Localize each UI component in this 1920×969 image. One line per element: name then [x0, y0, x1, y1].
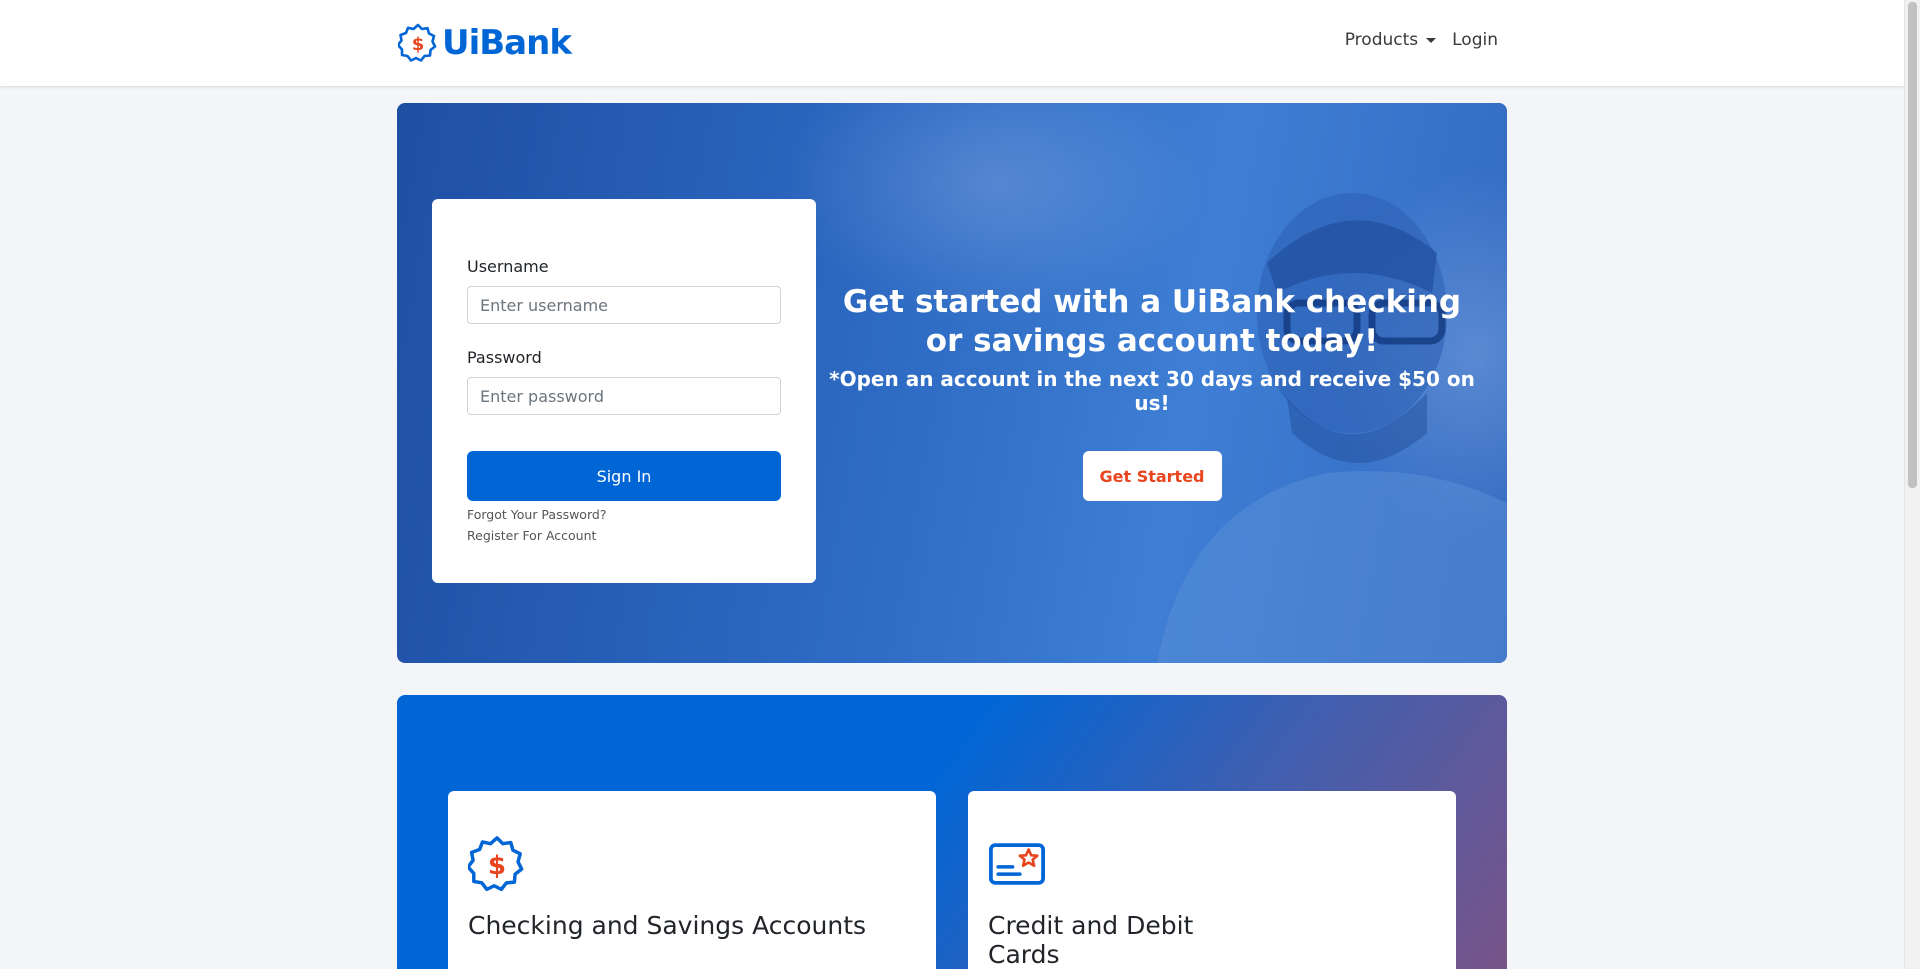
- caret-down-icon: [1426, 37, 1437, 43]
- password-label: Password: [467, 348, 542, 367]
- hero-banner: Username Password Sign In Forgot Your Pa…: [397, 103, 1507, 663]
- top-navbar: $ UiBank Products Login: [0, 0, 1904, 86]
- product-title: Checking and Savings Accounts: [468, 911, 867, 940]
- svg-text:$: $: [488, 851, 506, 881]
- product-card-checking-savings[interactable]: $ Checking and Savings Accounts: [448, 791, 936, 969]
- register-account-link[interactable]: Register For Account: [467, 528, 781, 543]
- dollar-badge-icon: $: [398, 23, 437, 62]
- hero-subtitle: *Open an account in the next 30 days and…: [829, 367, 1475, 415]
- login-card: Username Password Sign In Forgot Your Pa…: [432, 199, 816, 583]
- login-link[interactable]: Login: [1452, 30, 1498, 50]
- svg-text:$: $: [412, 34, 425, 55]
- hero-title: Get started with a UiBank checking or sa…: [842, 284, 1462, 359]
- dollar-badge-icon: $: [468, 836, 524, 892]
- username-input[interactable]: [467, 286, 781, 324]
- products-section: $ Checking and Savings Accounts Credit a…: [397, 695, 1507, 969]
- main-nav: Products Login: [1345, 30, 1498, 50]
- products-dropdown[interactable]: Products: [1344, 30, 1437, 50]
- forgot-password-link[interactable]: Forgot Your Password?: [467, 507, 781, 522]
- sign-in-button[interactable]: Sign In: [467, 451, 781, 501]
- credit-card-icon: [989, 843, 1045, 885]
- page-scrollbar[interactable]: [1904, 0, 1920, 969]
- hero-copy: Get started with a UiBank checking or sa…: [827, 283, 1477, 501]
- products-link-label: Products: [1344, 30, 1419, 50]
- product-card-credit-debit[interactable]: Credit and Debit Cards: [968, 791, 1456, 969]
- brand-name: UiBank: [442, 23, 572, 63]
- password-input[interactable]: [467, 377, 781, 415]
- get-started-button[interactable]: Get Started: [1082, 451, 1222, 501]
- brand-logo[interactable]: $ UiBank: [398, 22, 572, 64]
- product-title: Credit and Debit Cards: [988, 911, 1194, 969]
- username-label: Username: [467, 257, 549, 276]
- scrollbar-thumb[interactable]: [1908, 2, 1917, 488]
